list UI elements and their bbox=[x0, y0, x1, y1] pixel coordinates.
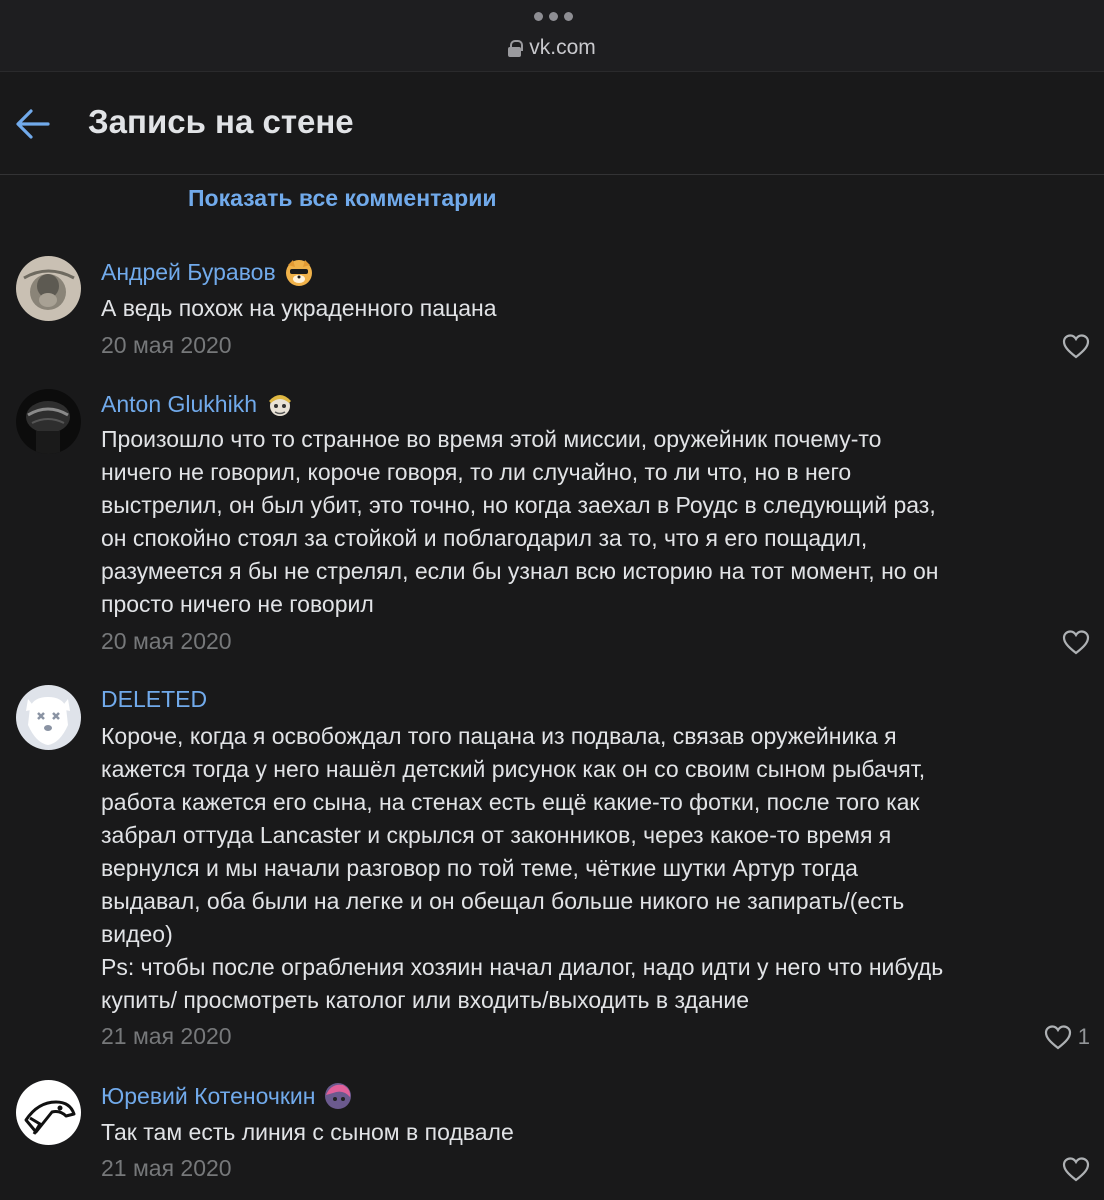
deleted-avatar[interactable] bbox=[16, 685, 81, 750]
heart-icon bbox=[1044, 1025, 1071, 1050]
page-header: Запись на стене bbox=[0, 73, 1104, 175]
address-bar[interactable]: vk.com bbox=[0, 36, 1104, 60]
comment-text: Произошло что то странное во время этой … bbox=[101, 426, 939, 617]
sticker-hair-icon bbox=[325, 1083, 352, 1109]
comment-author-link[interactable]: Юревий Котеночкин bbox=[101, 1081, 353, 1111]
back-arrow-icon[interactable] bbox=[14, 105, 52, 143]
comment-text: А ведь похож на украденного пацана bbox=[101, 295, 497, 321]
comment-text: Короче, когда я освобождал того пацана и… bbox=[101, 723, 944, 1013]
more-dots-icon[interactable] bbox=[534, 12, 573, 21]
like-button[interactable] bbox=[1062, 1156, 1090, 1182]
heart-icon bbox=[1062, 630, 1090, 655]
comment-author-link[interactable]: Anton Glukhikh bbox=[101, 389, 295, 419]
avatar[interactable] bbox=[16, 389, 81, 454]
like-button[interactable] bbox=[1062, 333, 1090, 359]
sticker-character-icon bbox=[268, 395, 291, 416]
comment-author-link[interactable]: Андрей Буравов bbox=[101, 257, 314, 287]
avatar[interactable] bbox=[16, 256, 81, 321]
comment-date: 21 мая 2020 bbox=[101, 1023, 232, 1049]
browser-bar: vk.com bbox=[0, 0, 1104, 72]
sticker-dog-icon bbox=[285, 260, 312, 286]
author-name[interactable]: Юревий Котеночкин bbox=[101, 1083, 315, 1110]
comment-date: 21 мая 2020 bbox=[101, 1155, 232, 1181]
comment-date: 20 мая 2020 bbox=[101, 628, 232, 654]
author-name[interactable]: DELETED bbox=[101, 686, 207, 713]
like-count: 1 bbox=[1077, 1024, 1090, 1049]
show-all-comments-link[interactable]: Показать все комментарии bbox=[188, 185, 496, 212]
like-button[interactable]: 1 bbox=[1044, 1024, 1090, 1050]
avatar[interactable] bbox=[16, 1080, 81, 1145]
comment-date: 20 мая 2020 bbox=[101, 332, 232, 358]
heart-icon bbox=[1062, 334, 1090, 359]
comment-text: Так там есть линия с сыном в подвале bbox=[101, 1119, 514, 1145]
lock-icon bbox=[508, 39, 524, 57]
author-name[interactable]: Андрей Буравов bbox=[101, 259, 276, 286]
comment-author-link[interactable]: DELETED bbox=[101, 686, 207, 713]
url-text: vk.com bbox=[529, 36, 596, 59]
page-title: Запись на стене bbox=[88, 103, 354, 140]
heart-icon bbox=[1062, 1157, 1090, 1182]
like-button[interactable] bbox=[1062, 629, 1090, 655]
author-name[interactable]: Anton Glukhikh bbox=[101, 391, 257, 418]
